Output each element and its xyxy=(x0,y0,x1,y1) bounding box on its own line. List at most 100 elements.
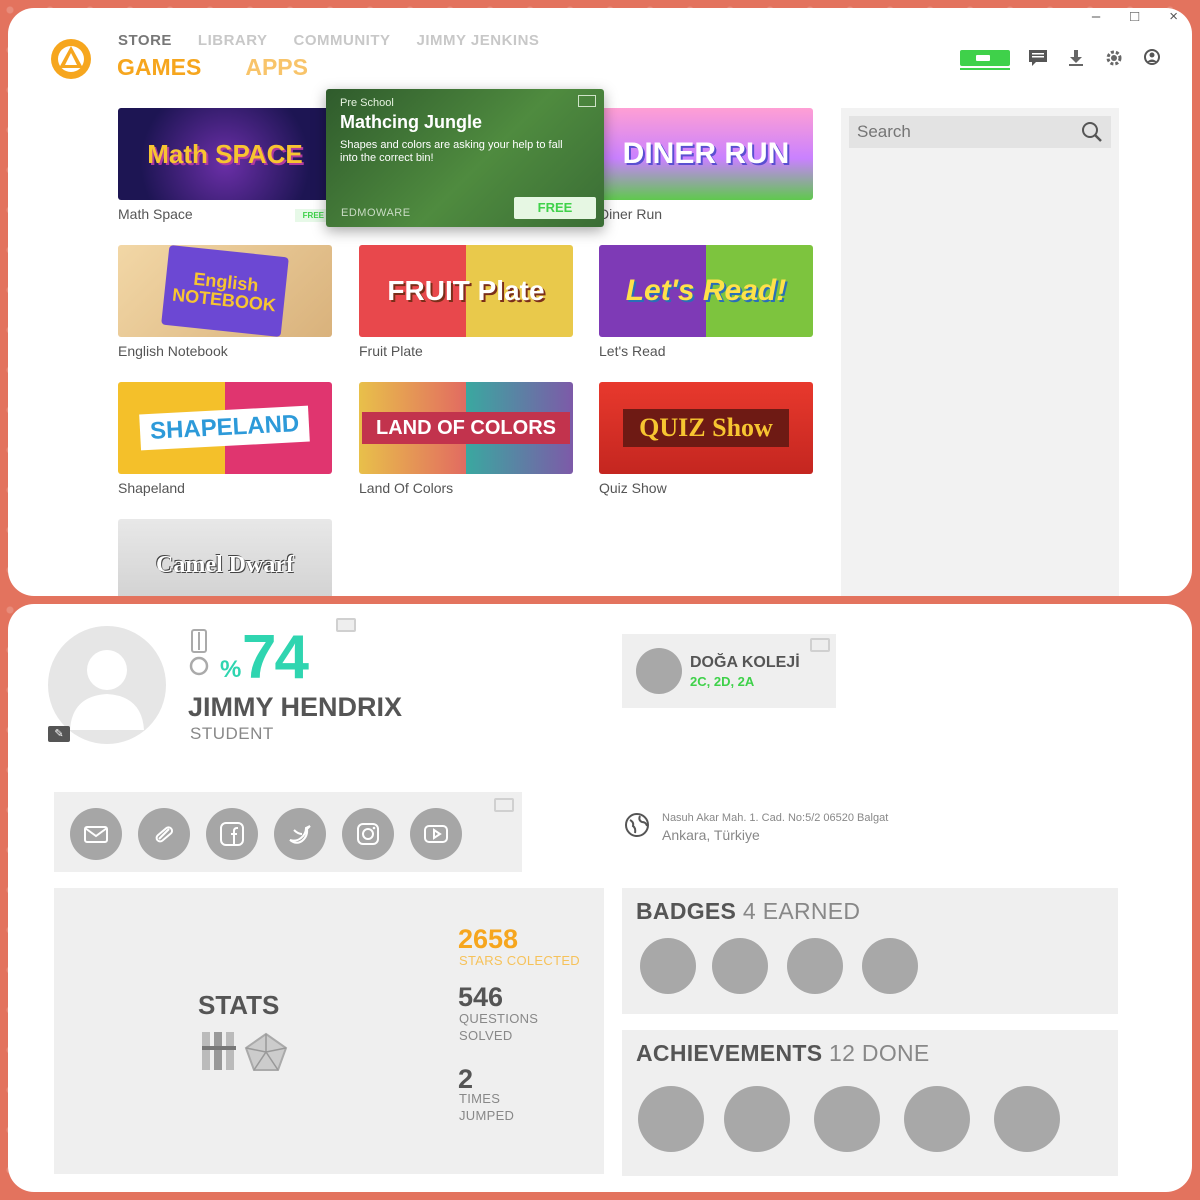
game-card-land-of-colors[interactable]: LAND OF COLORS Land Of Colors xyxy=(359,382,573,496)
search-icon[interactable] xyxy=(1081,121,1103,143)
badges-title: BADGES 4 EARNED xyxy=(636,898,861,924)
school-card[interactable]: DOĞA KOLEJİ 2C, 2D, 2A xyxy=(622,634,836,708)
youtube-icon[interactable] xyxy=(410,808,462,860)
search-input[interactable] xyxy=(857,122,1067,142)
achievement-item[interactable] xyxy=(904,1086,970,1152)
popup-category: Pre School xyxy=(340,97,394,109)
game-preview-popup[interactable]: Pre School Mathcing Jungle Shapes and co… xyxy=(326,89,604,227)
badge-item[interactable] xyxy=(787,938,843,994)
game-thumbnail[interactable]: Camel Dwarf xyxy=(118,519,332,596)
close-button[interactable]: × xyxy=(1169,8,1178,25)
popup-publisher: EDMOWARE xyxy=(341,207,411,219)
jumped-caption-2: JUMPED xyxy=(459,1108,515,1123)
game-thumbnail[interactable]: SHAPELAND xyxy=(118,382,332,474)
game-card-fruit-plate[interactable]: FRUIT Plate Fruit Plate xyxy=(359,245,573,359)
game-thumbnail[interactable]: Let's Read! xyxy=(599,245,813,337)
game-thumbnail[interactable]: LAND OF COLORS xyxy=(359,382,573,474)
popup-description: Shapes and colors are asking your help t… xyxy=(340,139,563,165)
nav-community[interactable]: COMMUNITY xyxy=(294,32,391,49)
minimize-button[interactable]: – xyxy=(1092,8,1100,25)
school-classes: 2C, 2D, 2A xyxy=(690,674,755,689)
toolbar xyxy=(960,48,1162,70)
game-thumbnail[interactable]: FRUIT Plate xyxy=(359,245,573,337)
game-card-english-notebook[interactable]: English NOTEBOOK English Notebook xyxy=(118,245,332,359)
nav-library[interactable]: LIBRARY xyxy=(198,32,268,49)
badges-panel: BADGES 4 EARNED xyxy=(622,888,1118,1014)
badge-item[interactable] xyxy=(712,938,768,994)
game-title: Fruit Plate xyxy=(359,343,423,359)
get-free-button[interactable]: FREE xyxy=(514,197,596,219)
school-logo xyxy=(636,648,682,694)
game-title: Diner Run xyxy=(599,206,663,222)
store-window: – □ × STORE LIBRARY COMMUNITY JIMMY JENK… xyxy=(8,8,1192,596)
game-thumbnail[interactable]: Math SPACE xyxy=(118,108,332,200)
badge-item[interactable] xyxy=(640,938,696,994)
app-logo-icon[interactable] xyxy=(50,38,92,80)
twitter-icon[interactable] xyxy=(274,808,326,860)
facebook-icon[interactable] xyxy=(206,808,258,860)
achievement-item[interactable] xyxy=(994,1086,1060,1152)
game-card-math-space[interactable]: Math SPACE Math Space FREE xyxy=(118,108,332,222)
game-title: English Notebook xyxy=(118,343,228,359)
questions-caption-1: QUESTIONS xyxy=(459,1011,539,1026)
user-role: STUDENT xyxy=(190,724,274,743)
game-thumbnail[interactable]: English NOTEBOOK xyxy=(118,245,332,337)
stats-panel: STATS 2658 STARS COLECTED 546 QUESTIONS … xyxy=(54,888,604,1174)
stats-title: STATS xyxy=(198,990,280,1020)
expand-icon[interactable] xyxy=(336,618,356,632)
user-name: JIMMY HENDRIX xyxy=(188,692,403,722)
game-title: Shapeland xyxy=(118,480,185,496)
nav-user[interactable]: JIMMY JENKINS xyxy=(417,32,540,49)
instagram-icon[interactable] xyxy=(342,808,394,860)
battery-icon xyxy=(960,50,1010,66)
game-card-shapeland[interactable]: SHAPELAND Shapeland xyxy=(118,382,332,496)
game-card-quiz-show[interactable]: QUIZ Show Quiz Show xyxy=(599,382,813,496)
main-nav: STORE LIBRARY COMMUNITY JIMMY JENKINS xyxy=(118,32,539,49)
achievements-panel: ACHIEVEMENTS 12 DONE xyxy=(622,1030,1118,1176)
tab-apps[interactable]: APPS xyxy=(245,54,308,81)
progress-percent: 74 xyxy=(242,623,309,692)
game-card-lets-read[interactable]: Let's Read! Let's Read xyxy=(599,245,813,359)
progress-percent-symbol: % xyxy=(220,656,242,683)
expand-icon[interactable] xyxy=(494,798,514,812)
medal-icon xyxy=(189,629,209,676)
address-line-1: Nasuh Akar Mah. 1. Cad. No:5/2 06520 Bal… xyxy=(662,812,889,824)
mail-icon[interactable] xyxy=(70,808,122,860)
address: Nasuh Akar Mah. 1. Cad. No:5/2 06520 Bal… xyxy=(624,812,888,843)
chat-icon[interactable] xyxy=(1028,48,1048,68)
address-line-2: Ankara, Türkiye xyxy=(662,827,760,843)
nav-store[interactable]: STORE xyxy=(118,32,172,49)
edit-icon[interactable]: ✎ xyxy=(48,726,70,742)
social-links xyxy=(54,792,522,872)
game-title: Land Of Colors xyxy=(359,480,454,496)
settings-icon[interactable] xyxy=(1104,48,1124,68)
game-title: Let's Read xyxy=(599,343,666,359)
game-thumbnail[interactable]: QUIZ Show xyxy=(599,382,813,474)
expand-icon[interactable] xyxy=(578,95,596,107)
link-icon[interactable] xyxy=(138,808,190,860)
game-title: Quiz Show xyxy=(599,480,667,496)
stats-icon xyxy=(202,1032,288,1071)
game-card-camel-dwarf[interactable]: Camel Dwarf xyxy=(118,519,332,596)
game-card-diner-run[interactable]: DINER RUN Diner Run xyxy=(599,108,813,222)
expand-icon[interactable] xyxy=(810,638,830,652)
maximize-button[interactable]: □ xyxy=(1130,8,1139,25)
sidebar xyxy=(841,108,1119,596)
school-name: DOĞA KOLEJİ xyxy=(690,654,800,671)
globe-icon xyxy=(625,813,649,837)
questions-count: 546 xyxy=(458,982,504,1012)
profile-window: ✎ % 74 JIMMY HENDRIX STUDENT DOĞA KOLEJİ… xyxy=(8,604,1192,1192)
stars-caption: STARS COLECTED xyxy=(459,953,580,968)
popup-title: Mathcing Jungle xyxy=(340,112,483,132)
achievement-item[interactable] xyxy=(638,1086,704,1152)
achievement-item[interactable] xyxy=(814,1086,880,1152)
tab-games[interactable]: GAMES xyxy=(117,54,201,81)
badge-item[interactable] xyxy=(862,938,918,994)
achievements-title: ACHIEVEMENTS 12 DONE xyxy=(636,1040,930,1066)
achievement-item[interactable] xyxy=(724,1086,790,1152)
questions-caption-2: SOLVED xyxy=(459,1028,513,1043)
download-icon[interactable] xyxy=(1066,48,1086,68)
battery-indicator xyxy=(960,50,1010,70)
game-thumbnail[interactable]: DINER RUN xyxy=(599,108,813,200)
user-icon[interactable] xyxy=(1142,48,1162,68)
